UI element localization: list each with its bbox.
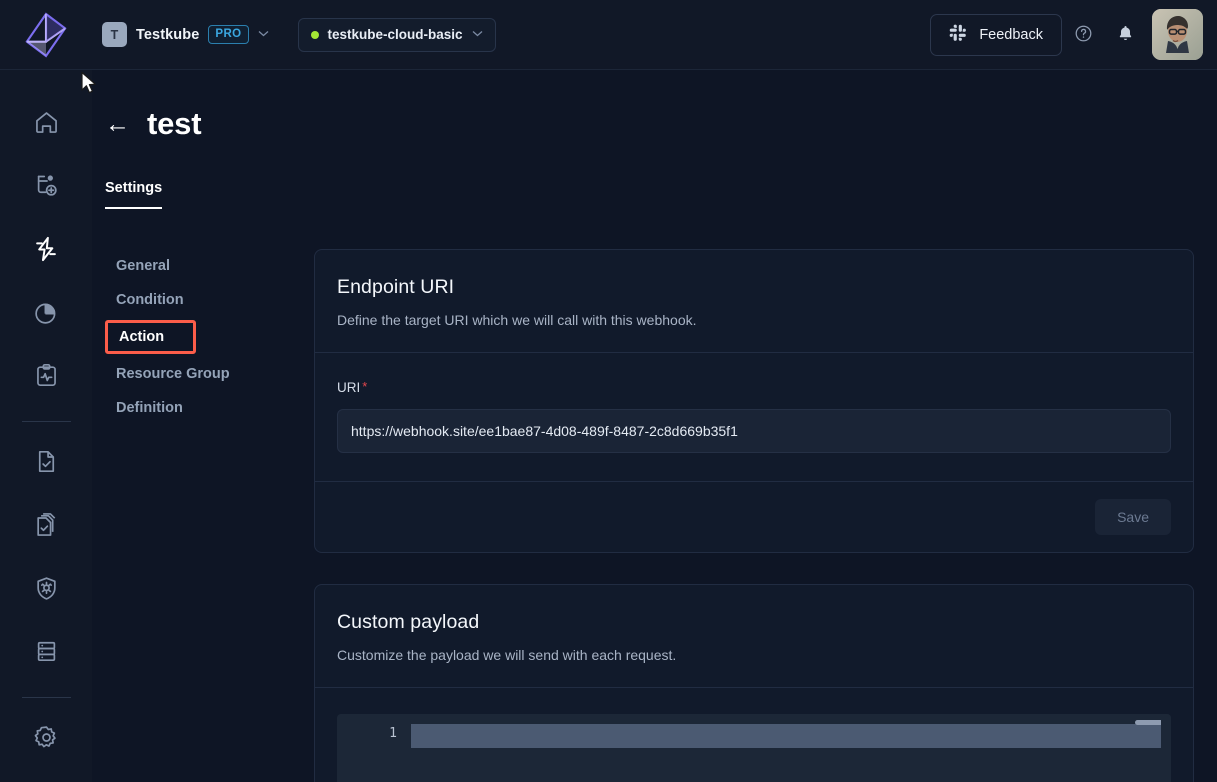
editor-horizontal-scrollbar[interactable]	[1135, 720, 1163, 725]
home-icon	[33, 109, 60, 141]
custom-payload-card-body: 1	[315, 688, 1193, 782]
server-icon	[33, 638, 60, 670]
sidebar-item-test-workflows[interactable]	[21, 506, 71, 549]
custom-payload-card: Custom payload Customize the payload we …	[314, 584, 1194, 782]
environment-selector[interactable]: testkube-cloud-basic	[298, 18, 496, 52]
tab-settings[interactable]: Settings	[105, 180, 162, 209]
endpoint-uri-title: Endpoint URI	[337, 276, 1171, 299]
sidebar-item-settings[interactable]	[21, 719, 71, 762]
endpoint-uri-card-header: Endpoint URI Define the target URI which…	[315, 250, 1193, 352]
sidebar-item-triggers[interactable]	[21, 230, 71, 273]
help-button[interactable]	[1062, 14, 1104, 56]
sidebar-item-security[interactable]	[21, 569, 71, 612]
help-circle-icon	[1074, 24, 1093, 46]
endpoint-uri-card-footer: Save	[315, 481, 1193, 552]
feedback-button[interactable]: Feedback	[930, 14, 1062, 56]
environment-name: testkube-cloud-basic	[328, 27, 463, 42]
sidebar-item-tests[interactable]	[21, 166, 71, 209]
endpoint-uri-card: Endpoint URI Define the target URI which…	[314, 249, 1194, 553]
editor-code-area[interactable]	[411, 714, 1171, 782]
plan-badge: PRO	[208, 25, 248, 44]
left-icon-rail	[0, 70, 92, 782]
subnav-item-condition[interactable]: Condition	[105, 283, 314, 317]
subnav-item-definition[interactable]: Definition	[105, 391, 314, 425]
subnav-item-general[interactable]: General	[105, 249, 314, 283]
test-add-icon	[33, 172, 60, 204]
gear-icon	[33, 724, 60, 756]
editor-vertical-scrollbar[interactable]	[1161, 714, 1171, 782]
chevron-down-icon	[472, 30, 483, 40]
shield-gear-icon	[33, 575, 60, 607]
uri-field-label: URI	[337, 380, 360, 395]
sidebar-item-test-suites[interactable]	[21, 443, 71, 486]
sidebar-item-dashboard[interactable]	[21, 293, 71, 336]
org-avatar: T	[102, 22, 127, 47]
status-dot-icon	[311, 31, 319, 39]
header-actions: Feedback	[930, 9, 1217, 60]
line-number: 1	[337, 726, 397, 741]
uri-input[interactable]	[337, 409, 1171, 453]
page-title: test	[147, 106, 201, 142]
editor-gutter: 1	[337, 714, 411, 782]
lightning-icon	[32, 235, 60, 268]
rail-divider	[22, 421, 71, 422]
page-header: ← test	[92, 70, 1217, 142]
feedback-button-label: Feedback	[979, 27, 1043, 43]
save-button[interactable]: Save	[1095, 499, 1171, 535]
back-button[interactable]: ←	[105, 112, 130, 137]
settings-subnav: General Condition Action Resource Group …	[92, 249, 314, 782]
clipboard-pulse-icon	[33, 362, 60, 394]
top-header-bar: T Testkube PRO testkube-cloud-basic Feed…	[0, 0, 1217, 70]
required-marker: *	[362, 379, 367, 394]
notifications-button[interactable]	[1104, 14, 1146, 56]
custom-payload-description: Customize the payload we will send with …	[337, 647, 1171, 663]
org-selector[interactable]: T Testkube PRO	[102, 18, 271, 52]
rail-divider-bottom	[22, 697, 71, 698]
payload-code-editor[interactable]: 1	[337, 714, 1171, 782]
app-logo[interactable]	[0, 0, 92, 70]
endpoint-uri-description: Define the target URI which we will call…	[337, 312, 1171, 328]
custom-payload-card-header: Custom payload Customize the payload we …	[315, 585, 1193, 687]
tab-bar: Settings	[92, 142, 1217, 209]
files-check-icon	[33, 511, 60, 543]
file-check-icon	[33, 448, 60, 480]
testkube-diamond-logo	[25, 12, 67, 58]
subnav-item-action[interactable]: Action	[105, 320, 196, 354]
slack-icon	[949, 24, 967, 46]
custom-payload-title: Custom payload	[337, 611, 1171, 634]
subnav-item-resource-group[interactable]: Resource Group	[105, 357, 314, 391]
user-avatar-image	[1152, 9, 1203, 60]
sidebar-item-home[interactable]	[21, 103, 71, 146]
sidebar-item-agents[interactable]	[21, 632, 71, 675]
bell-icon	[1116, 24, 1135, 46]
endpoint-uri-card-body: URI*	[315, 353, 1193, 481]
sidebar-item-status-pages[interactable]	[21, 356, 71, 399]
avatar[interactable]	[1152, 9, 1203, 60]
chevron-down-icon	[258, 30, 269, 40]
pie-chart-icon	[33, 299, 60, 331]
editor-active-line[interactable]	[411, 724, 1171, 748]
main-content-area: ← test Settings General Condition Action…	[92, 70, 1217, 782]
settings-panel: Endpoint URI Define the target URI which…	[314, 249, 1217, 782]
org-name: Testkube	[136, 27, 199, 43]
uri-field-label-row: URI*	[337, 379, 1171, 397]
